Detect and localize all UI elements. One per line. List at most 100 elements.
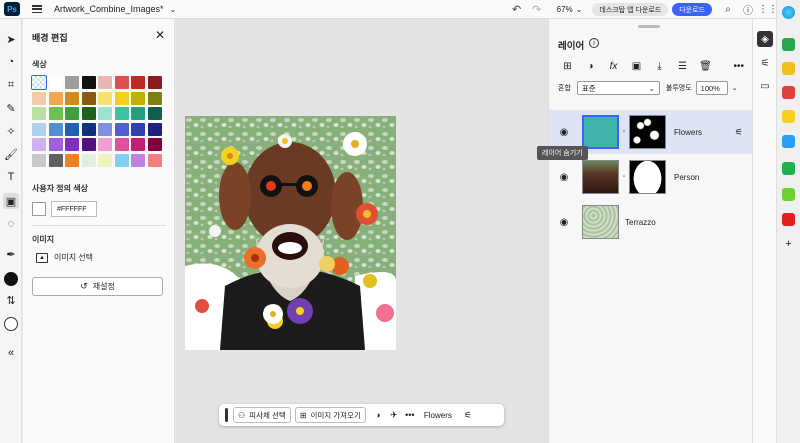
collapse-panel-icon[interactable]: « bbox=[3, 345, 19, 361]
select-subject-button[interactable]: ⚇ 피사체 선택 bbox=[233, 407, 291, 423]
swap-colors-icon[interactable]: ⇅ bbox=[3, 292, 19, 308]
quick-select-icon[interactable]: ◔ bbox=[3, 54, 19, 70]
background-color-swatch[interactable] bbox=[4, 317, 18, 331]
eyedropper-icon[interactable]: ✒ bbox=[3, 246, 19, 262]
opacity-input[interactable]: 100% bbox=[695, 81, 728, 95]
color-swatch[interactable] bbox=[131, 91, 145, 105]
opacity-chevron-icon[interactable]: ⌄ bbox=[732, 84, 738, 92]
color-swatch[interactable] bbox=[81, 153, 96, 167]
info-icon[interactable]: i bbox=[589, 38, 599, 48]
foreground-color-swatch[interactable] bbox=[4, 272, 18, 286]
layer-thumbnail[interactable] bbox=[582, 205, 619, 239]
import-image-button[interactable]: ⊞ 이미지 가져오기 bbox=[294, 407, 366, 423]
color-swatch[interactable] bbox=[81, 76, 96, 89]
eye-icon[interactable]: ◉ bbox=[552, 217, 576, 228]
artwork-image[interactable] bbox=[185, 116, 396, 350]
adjustment-layer-icon[interactable]: ◑ bbox=[579, 61, 602, 72]
color-swatch[interactable] bbox=[48, 76, 63, 89]
layer-name[interactable]: Flowers bbox=[674, 128, 702, 137]
color-swatch[interactable] bbox=[32, 153, 46, 167]
app-icon[interactable] bbox=[782, 38, 795, 51]
color-swatch[interactable] bbox=[98, 76, 112, 89]
link-icon[interactable]: ▫ bbox=[619, 129, 629, 135]
crop-tool-icon[interactable]: ⌗ bbox=[3, 77, 19, 93]
layer-mask-thumbnail[interactable] bbox=[629, 115, 666, 149]
color-swatch[interactable] bbox=[48, 122, 63, 136]
menu-icon[interactable] bbox=[32, 5, 42, 13]
custom-color-swatch[interactable] bbox=[32, 202, 46, 216]
color-swatch[interactable] bbox=[147, 76, 162, 89]
app-icon[interactable] bbox=[782, 135, 795, 148]
brush-tool-icon[interactable]: 🖌 bbox=[3, 146, 19, 162]
app-icon[interactable] bbox=[782, 110, 795, 123]
color-swatch[interactable] bbox=[48, 153, 63, 167]
color-swatch[interactable] bbox=[131, 122, 145, 136]
text-tool-icon[interactable]: T bbox=[3, 169, 19, 185]
app-icon[interactable] bbox=[782, 188, 795, 201]
color-swatch[interactable] bbox=[48, 91, 63, 105]
background-edit-icon[interactable]: ▣ bbox=[3, 193, 19, 209]
retouch-icon[interactable]: ✧ bbox=[3, 123, 19, 139]
link-icon[interactable]: ▫ bbox=[619, 174, 629, 180]
layer-properties-icon[interactable]: ⚟ bbox=[460, 410, 476, 421]
color-swatch[interactable] bbox=[114, 91, 129, 105]
app-icon[interactable] bbox=[782, 86, 795, 99]
eye-icon[interactable]: ◉ bbox=[552, 127, 576, 138]
layer-mask-thumbnail[interactable] bbox=[629, 160, 666, 194]
color-swatch[interactable] bbox=[32, 138, 46, 151]
layer-properties-icon[interactable]: ⚟ bbox=[735, 127, 743, 138]
color-swatch[interactable] bbox=[131, 138, 145, 151]
more-icon[interactable]: ••• bbox=[402, 410, 418, 420]
apps-grid-icon[interactable]: ⋮⋮ bbox=[758, 4, 778, 15]
app-logo[interactable]: Ps bbox=[4, 2, 20, 16]
effects-icon[interactable]: fx bbox=[602, 61, 625, 72]
color-swatch[interactable] bbox=[98, 122, 112, 136]
canvas-area[interactable] bbox=[176, 19, 548, 443]
app-icon[interactable] bbox=[782, 162, 795, 175]
app-icon[interactable] bbox=[782, 62, 795, 75]
color-swatch[interactable] bbox=[114, 76, 129, 89]
download-button[interactable]: 다운로드 bbox=[672, 3, 712, 16]
properties-icon[interactable]: ⚟ bbox=[757, 55, 773, 71]
layers-panel-icon[interactable]: ◈ bbox=[757, 31, 773, 47]
select-image-button[interactable]: ▲ 이미지 선택 bbox=[36, 252, 93, 263]
layer-name[interactable]: Terrazzo bbox=[625, 218, 656, 227]
layer-name[interactable]: Person bbox=[674, 173, 699, 182]
redo-icon[interactable]: ↷ bbox=[527, 3, 547, 16]
drag-handle[interactable] bbox=[225, 408, 228, 422]
color-swatch[interactable] bbox=[65, 107, 79, 120]
color-swatch[interactable] bbox=[81, 91, 96, 105]
layer-thumbnail[interactable] bbox=[582, 115, 619, 149]
color-swatch[interactable] bbox=[114, 107, 129, 120]
color-swatch[interactable] bbox=[98, 91, 112, 105]
layer-row-person[interactable]: ◉ ▫ Person bbox=[549, 155, 753, 199]
color-swatch[interactable] bbox=[65, 76, 79, 89]
zoom-chevron-icon[interactable]: ⌄ bbox=[576, 5, 583, 14]
delete-icon[interactable]: 🗑 bbox=[694, 61, 717, 72]
color-swatch[interactable] bbox=[65, 91, 79, 105]
reset-button[interactable]: ↺ 재설정 bbox=[32, 277, 163, 296]
adjustment-icon[interactable]: ◑ bbox=[370, 410, 386, 420]
healing-brush-icon[interactable]: ✎ bbox=[3, 100, 19, 116]
browser-avatar-icon[interactable] bbox=[782, 6, 795, 19]
color-swatch[interactable] bbox=[131, 76, 145, 89]
blend-mode-select[interactable]: 표준 ⌄ bbox=[576, 81, 660, 95]
comments-icon[interactable]: ▭ bbox=[757, 78, 773, 94]
color-swatch[interactable] bbox=[81, 107, 96, 120]
quick-action-icon[interactable]: ✈ bbox=[386, 410, 402, 421]
color-swatch[interactable] bbox=[31, 75, 47, 90]
search-icon[interactable]: ⌕ bbox=[718, 4, 738, 15]
shape-tool-icon[interactable]: ◌ bbox=[3, 216, 19, 232]
color-swatch[interactable] bbox=[65, 138, 79, 151]
layer-row-terrazzo[interactable]: ◉ Terrazzo bbox=[549, 200, 753, 244]
color-swatch[interactable] bbox=[131, 153, 145, 167]
color-swatch[interactable] bbox=[48, 107, 63, 120]
color-swatch[interactable] bbox=[48, 138, 63, 151]
zoom-level[interactable]: 67% bbox=[557, 5, 573, 14]
color-swatch[interactable] bbox=[114, 153, 129, 167]
layer-thumbnail[interactable] bbox=[582, 160, 619, 194]
move-tool-icon[interactable]: ➤ bbox=[3, 31, 19, 47]
panel-handle[interactable] bbox=[638, 25, 660, 28]
color-swatch[interactable] bbox=[98, 138, 112, 151]
color-swatch[interactable] bbox=[65, 122, 79, 136]
